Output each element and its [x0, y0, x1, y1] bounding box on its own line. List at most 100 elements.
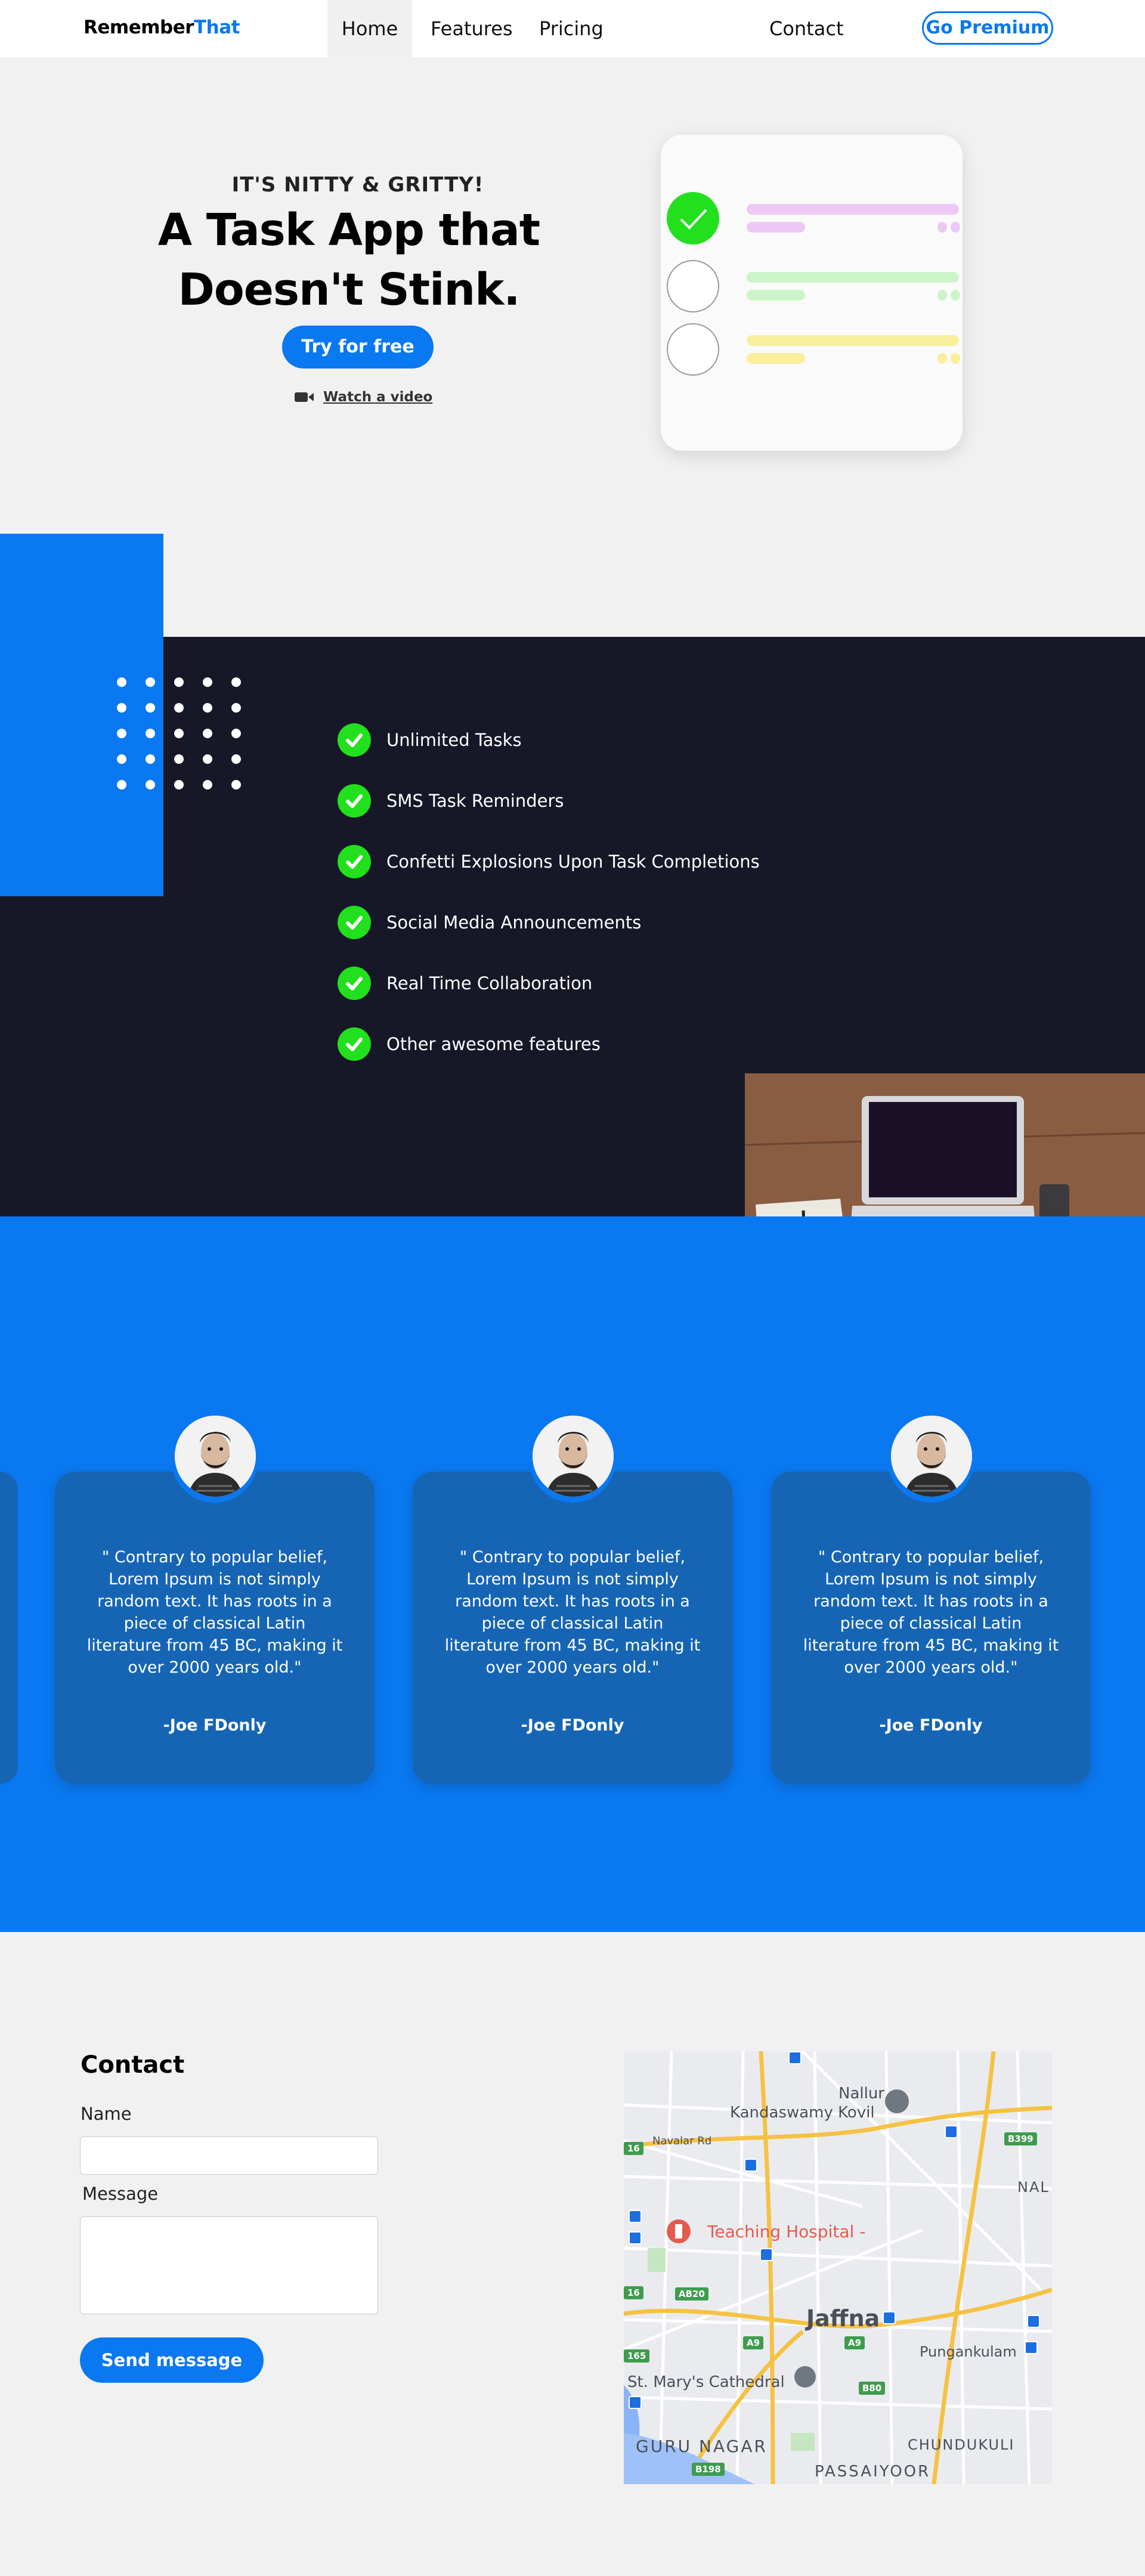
nav-link-pricing[interactable]: Pricing: [521, 0, 621, 57]
road-shield: A9: [743, 2336, 764, 2349]
bus-stop-icon: [1025, 2341, 1038, 2354]
map-label-navalar: Navalar Rd: [652, 2135, 712, 2147]
decorative-dot: [146, 729, 155, 738]
decorative-dot: [231, 729, 241, 738]
check-icon: [338, 723, 371, 757]
avatar: [171, 1416, 258, 1503]
testimonial-author: -Joe FDonly: [879, 1716, 983, 1735]
decorative-dot: [117, 780, 126, 789]
checked-circle-icon: [667, 192, 719, 244]
bus-stop-icon: [744, 2159, 757, 2172]
testimonial-card-partial: [0, 1472, 18, 1784]
decorative-dot: [203, 754, 212, 764]
feature-item: Social Media Announcements: [338, 906, 641, 939]
location-map[interactable]: Nallur Kandaswamy Kovil Navalar Rd Teach…: [624, 2051, 1052, 2484]
decorative-dot-grid: [117, 677, 248, 809]
decorative-dot: [203, 703, 212, 713]
testimonial-quote: " Contrary to popular belief, Lorem Ipsu…: [803, 1548, 1059, 1677]
nav-link-features[interactable]: Features: [413, 0, 531, 57]
road-shield: B198: [692, 2463, 725, 2476]
feature-item: Unlimited Tasks: [338, 723, 522, 757]
decorative-dot: [231, 780, 241, 789]
mock-task-row: [667, 260, 960, 314]
feature-label: Social Media Announcements: [386, 912, 642, 933]
message-label: Message: [82, 2184, 159, 2204]
go-premium-button[interactable]: Go Premium: [922, 11, 1053, 45]
road-shield: 165: [624, 2349, 650, 2363]
map-label-pungankulam: Pungankulam: [920, 2343, 1017, 2360]
mock-task-row: [667, 323, 960, 377]
decorative-dot: [174, 703, 184, 713]
testimonial-card: " Contrary to popular belief, Lorem Ipsu…: [771, 1472, 1091, 1784]
map-label-chundukuli: CHUNDUKULI: [908, 2436, 1015, 2453]
contact-title: Contact: [81, 2051, 185, 2079]
mock-task-row: [667, 192, 960, 246]
check-icon: [338, 967, 371, 1000]
bus-stop-icon: [1027, 2315, 1040, 2328]
hero-title: A Task App that Doesn't Stink.: [157, 205, 540, 315]
decorative-dot: [203, 729, 212, 738]
bus-stop-icon: [883, 2311, 896, 2324]
feature-label: SMS Task Reminders: [386, 791, 564, 811]
decorative-dot: [117, 729, 126, 738]
check-icon: [338, 845, 371, 878]
avatar: [887, 1416, 974, 1503]
top-nav: RememberThat Home Features Pricing Conta…: [0, 0, 1145, 57]
decorative-dot: [146, 780, 155, 789]
map-label-nallur: Nallur: [838, 2085, 884, 2103]
feature-item: Confetti Explosions Upon Task Completion…: [338, 845, 760, 878]
testimonial-card: " Contrary to popular belief, Lorem Ipsu…: [413, 1472, 732, 1784]
road-shield: A9: [844, 2336, 865, 2349]
check-icon: [338, 784, 371, 818]
nav-link-home[interactable]: Home: [327, 0, 412, 57]
check-icon: [338, 1027, 371, 1061]
feature-item: SMS Task Reminders: [338, 784, 564, 818]
watch-video-link[interactable]: Watch a video: [286, 384, 438, 410]
map-label-teaching-hospital: Teaching Hospital -: [707, 2222, 866, 2241]
feature-label: Unlimited Tasks: [386, 730, 522, 750]
bus-stop-icon: [629, 2396, 642, 2409]
feature-item: Other awesome features: [338, 1027, 601, 1061]
decorative-dot: [231, 677, 241, 687]
decorative-dot: [174, 729, 184, 738]
decorative-dot: [203, 780, 212, 789]
message-textarea[interactable]: [80, 2216, 378, 2314]
empty-circle-icon: [667, 323, 719, 376]
bus-stop-icon: [945, 2125, 958, 2138]
road-shield: 16: [624, 2286, 643, 2299]
empty-circle-icon: [667, 260, 719, 312]
decorative-dot: [231, 703, 241, 713]
bus-stop-icon: [629, 2210, 642, 2223]
decorative-dot: [174, 780, 184, 789]
decorative-dot: [203, 677, 212, 687]
name-label: Name: [81, 2104, 132, 2124]
map-label-guru-nagar: GURU NAGAR: [636, 2436, 768, 2456]
video-camera-icon: [295, 392, 314, 402]
road-shield: B399: [1004, 2132, 1037, 2145]
map-label-passaiyoor: PASSAIYOOR: [815, 2463, 931, 2481]
bus-stop-icon: [629, 2231, 642, 2244]
feature-label: Other awesome features: [386, 1034, 601, 1054]
bus-stop-icon: [788, 2051, 802, 2064]
decorative-dot: [117, 677, 126, 687]
nav-link-contact[interactable]: Contact: [751, 0, 862, 57]
logo-text-remember: Remember: [83, 17, 194, 38]
watch-video-label: Watch a video: [323, 389, 433, 405]
testimonial-quote: " Contrary to popular belief, Lorem Ipsu…: [444, 1548, 701, 1677]
testimonial-quote: " Contrary to popular belief, Lorem Ipsu…: [86, 1548, 343, 1677]
road-shield: 16: [624, 2142, 643, 2155]
decorative-dot: [231, 754, 241, 764]
map-label-kandaswamy: Kandaswamy Kovil: [730, 2104, 875, 2122]
feature-label: Confetti Explosions Upon Task Completion…: [386, 852, 760, 872]
avatar: [529, 1416, 616, 1503]
task-app-mockup: [661, 135, 963, 451]
name-input[interactable]: [80, 2137, 378, 2175]
testimonial-card: " Contrary to popular belief, Lorem Ipsu…: [55, 1472, 375, 1784]
send-message-button[interactable]: Send message: [80, 2337, 264, 2383]
try-for-free-button[interactable]: Try for free: [282, 326, 434, 369]
decorative-dot: [174, 677, 184, 687]
check-icon: [338, 906, 371, 939]
decorative-dot: [146, 754, 155, 764]
feature-item: Real Time Collaboration: [338, 967, 592, 1000]
logo[interactable]: RememberThat: [83, 17, 240, 38]
